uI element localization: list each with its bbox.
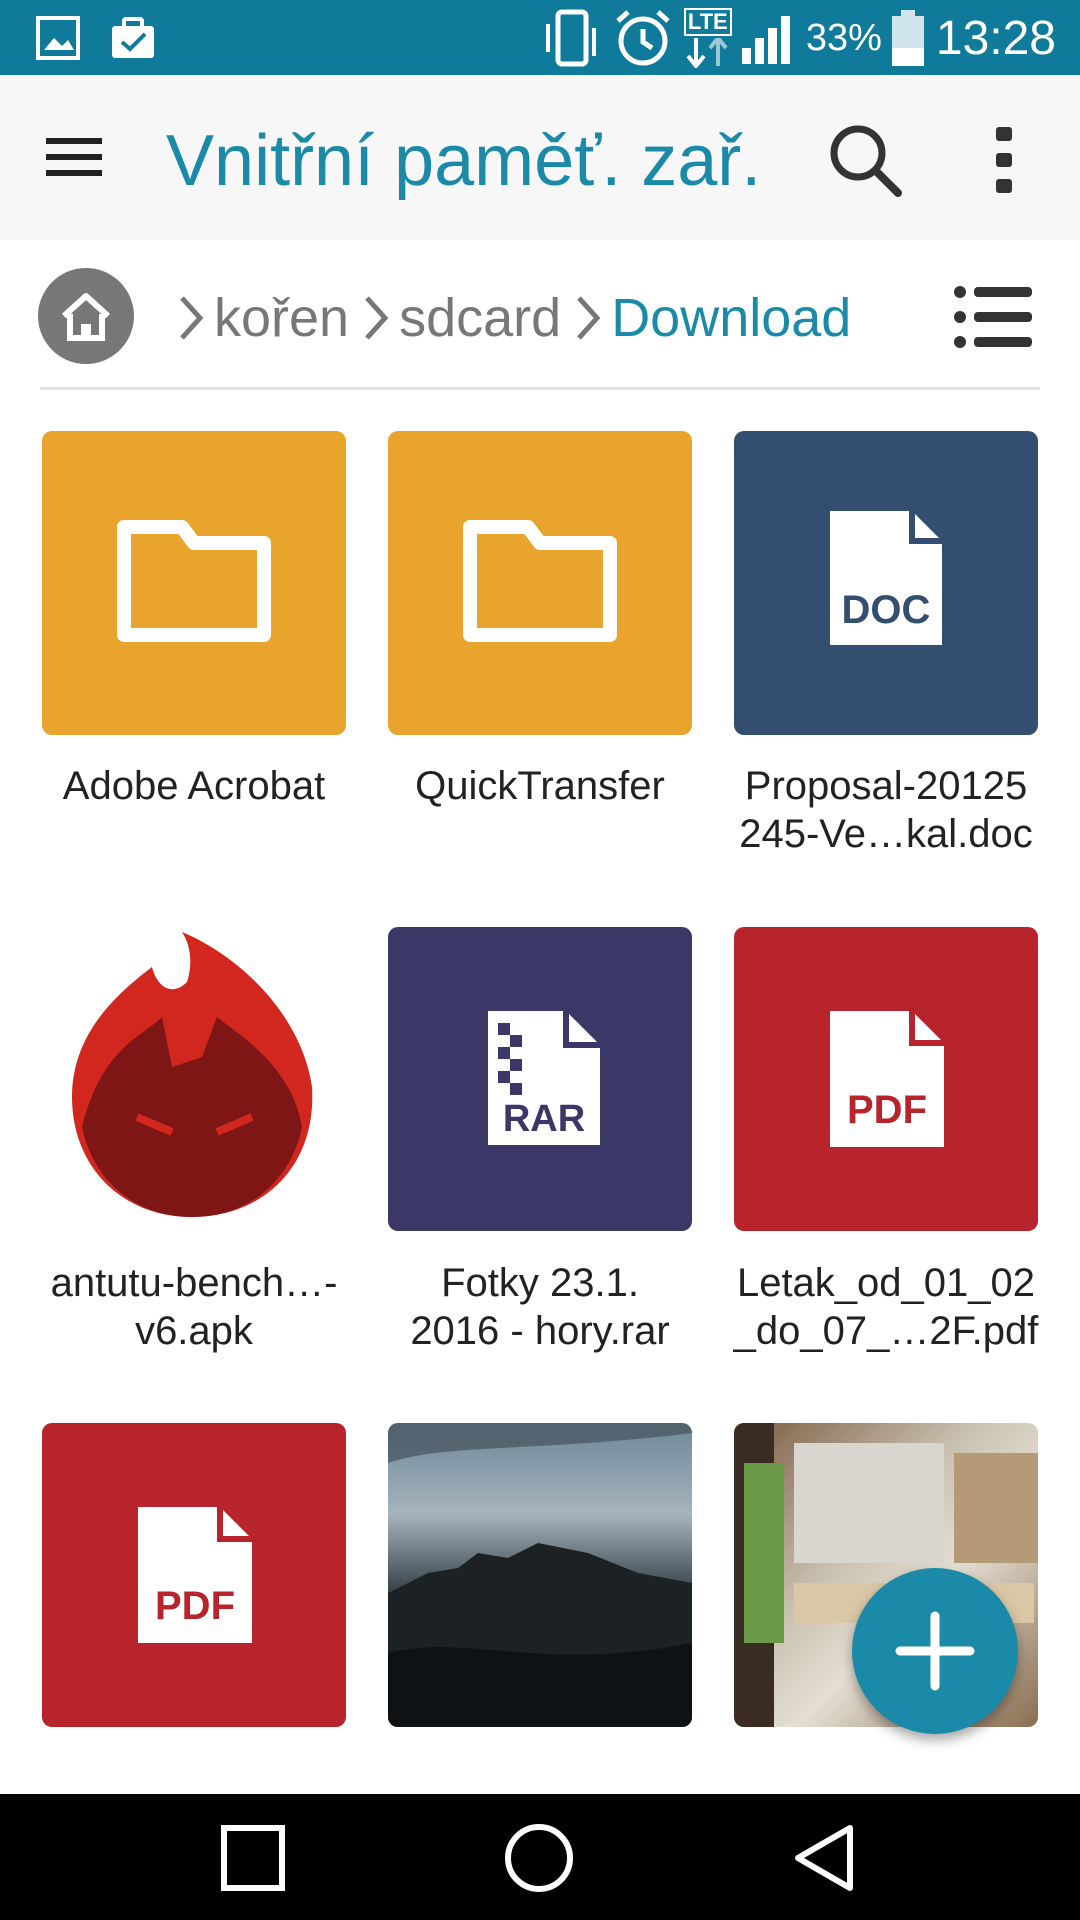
chevron-right-icon: [365, 296, 389, 340]
pdf-file-icon: PDF: [138, 1507, 252, 1643]
file-item-proposal-doc[interactable]: DOC: [734, 431, 1038, 735]
vibrate-icon: [545, 9, 596, 67]
folder-icon: [117, 520, 271, 642]
folder-icon: [463, 520, 617, 642]
home-nav-button[interactable]: [494, 1816, 584, 1900]
file-item-adobe-acrobat[interactable]: [42, 431, 346, 735]
svg-text:DOC: DOC: [842, 588, 931, 632]
app-bar: Vnitřní paměť. zař.: [0, 75, 1080, 240]
status-bar: LTE 33% 13:28: [0, 0, 1080, 75]
file-label: QuickTransfer: [415, 764, 665, 808]
divider: [40, 387, 1040, 390]
breadcrumb-path: kořen sdcard Download: [170, 278, 851, 358]
breadcrumb-item-sdcard[interactable]: sdcard: [399, 287, 561, 349]
file-item-antutu-apk[interactable]: [42, 927, 346, 1231]
file-item-fotky-rar[interactable]: RAR: [388, 927, 692, 1231]
notification-icons: [36, 16, 166, 60]
back-icon: [795, 1825, 853, 1891]
file-label: antutu-bench…- v6.apk: [50, 1261, 338, 1353]
home-button[interactable]: [38, 268, 134, 364]
back-button[interactable]: [780, 1816, 870, 1900]
alarm-icon: [616, 10, 670, 66]
chevron-right-icon: [577, 296, 601, 340]
file-item-letak-pdf[interactable]: PDF: [734, 927, 1038, 1231]
file-label: Fotky 23.1. 2016 - hory.rar: [410, 1261, 670, 1353]
menu-icon: [46, 138, 102, 176]
menu-button[interactable]: [30, 120, 120, 195]
signal-icon: [741, 16, 790, 64]
recents-button[interactable]: [208, 1816, 298, 1900]
svg-text:PDF: PDF: [847, 1088, 927, 1132]
file-label: Proposal-20125 245-Ve…kal.doc: [739, 764, 1033, 856]
search-button[interactable]: [820, 115, 910, 205]
file-label: Letak_od_01_02 _do_07_…2F.pdf: [733, 1261, 1039, 1353]
more-options-button[interactable]: [980, 115, 1030, 205]
search-icon: [830, 125, 902, 197]
breadcrumb: kořen sdcard Download: [0, 240, 1080, 388]
antutu-app-icon: [72, 932, 313, 1217]
pdf-file-icon: PDF: [830, 1011, 944, 1147]
battery-icon: [891, 10, 924, 66]
add-icon: [895, 1611, 975, 1691]
navigation-bar: [0, 1794, 1080, 1920]
lte-label: LTE: [683, 8, 732, 36]
breadcrumb-item-root[interactable]: kořen: [214, 287, 349, 349]
doc-file-icon: DOC: [830, 511, 942, 645]
image-notification-icon: [36, 16, 80, 60]
photo-thumbnail: [388, 1423, 692, 1727]
battery-percent: 33%: [805, 16, 882, 59]
breadcrumb-item-download[interactable]: Download: [611, 287, 851, 349]
page-title: Vnitřní paměť. zař.: [166, 121, 762, 201]
svg-text:PDF: PDF: [155, 1584, 235, 1628]
file-label: Adobe Acrobat: [62, 764, 326, 808]
lte-icon: LTE: [683, 8, 732, 68]
status-time: 13:28: [935, 11, 1056, 65]
svg-text:RAR: RAR: [503, 1098, 585, 1140]
file-item-pdf[interactable]: PDF: [42, 1423, 346, 1727]
more-vert-icon: [996, 127, 1012, 193]
add-button[interactable]: [852, 1568, 1018, 1734]
chevron-right-icon: [180, 296, 204, 340]
house-icon: [61, 293, 111, 341]
rar-file-icon: RAR: [488, 1011, 600, 1145]
recents-icon: [221, 1825, 285, 1891]
home-circle-icon: [505, 1824, 573, 1892]
list-view-icon: [954, 286, 1032, 348]
work-notification-icon: [112, 17, 154, 58]
view-mode-button[interactable]: [948, 282, 1038, 352]
file-item-quicktransfer[interactable]: [388, 431, 692, 735]
file-item-photo-mountains[interactable]: [388, 1423, 692, 1727]
